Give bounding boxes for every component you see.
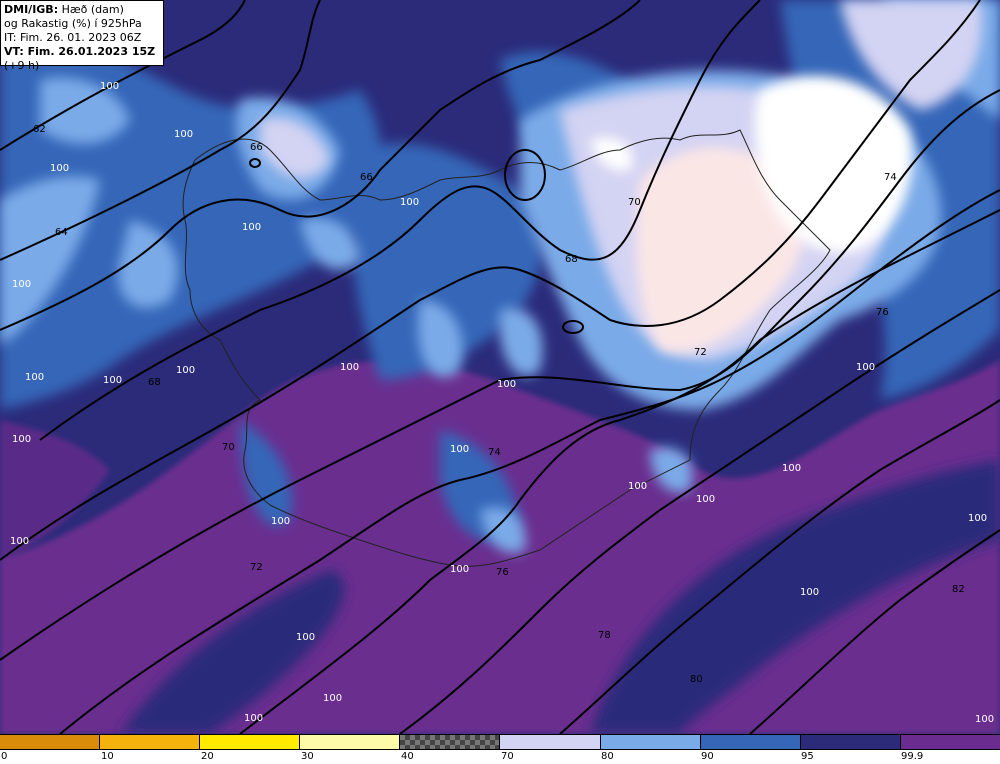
legend-swatch [400, 735, 501, 749]
contour-label: 72 [694, 347, 707, 358]
rh-label: 100 [450, 564, 469, 575]
legend-tick-label: 40 [401, 751, 414, 762]
header-line-1: DMI/IGB: Hæð (dam) [4, 3, 160, 17]
map-header-box: DMI/IGB: Hæð (dam) og Rakastig (%) í 925… [0, 0, 164, 72]
rh-label: 100 [25, 372, 44, 383]
contour-label: 70 [628, 197, 641, 208]
contour-label: 68 [148, 377, 161, 388]
legend-swatch [300, 735, 401, 749]
legend-swatch [900, 735, 1000, 749]
rh-label: 100 [497, 379, 516, 390]
rh-label: 100 [100, 81, 119, 92]
legend-swatch [800, 735, 901, 749]
rh-label: 100 [628, 481, 647, 492]
contour-label: 80 [690, 674, 703, 685]
contour-label: 66 [360, 172, 373, 183]
legend-tick-label: 99.9 [901, 751, 924, 762]
rh-label: 100 [242, 222, 261, 233]
legend-swatch [100, 735, 201, 749]
legend-tick-label: 30 [301, 751, 314, 762]
header-source: DMI/IGB: [4, 3, 59, 16]
legend-swatch [500, 735, 601, 749]
rh-label: 100 [244, 713, 263, 724]
rh-label: 100 [856, 362, 875, 373]
rh-label: 100 [12, 434, 31, 445]
header-line-4: VT: Fim. 26.01.2023 15Z (+9 h) [4, 45, 160, 73]
legend-swatch [700, 735, 801, 749]
contour-label: 68 [565, 254, 578, 265]
contour-label: 76 [876, 307, 889, 318]
rh-label: 100 [10, 536, 29, 547]
rh-label: 100 [296, 632, 315, 643]
legend-swatch [600, 735, 701, 749]
contour-label: 76 [496, 567, 509, 578]
contour-label: 74 [884, 172, 897, 183]
contour-label: 82 [952, 584, 965, 595]
rh-label: 100 [800, 587, 819, 598]
humidity-color-legend [0, 734, 1000, 750]
header-line-3: IT: Fim. 26. 01. 2023 06Z [4, 31, 142, 44]
rh-label: 100 [968, 513, 987, 524]
legend-tick-label: 10 [101, 751, 114, 762]
rh-label: 100 [174, 129, 193, 140]
rh-label: 100 [103, 375, 122, 386]
header-variable: Hæð (dam) [58, 3, 124, 16]
rh-label: 100 [340, 362, 359, 373]
header-valid-time: VT: Fim. 26.01.2023 15Z [4, 45, 156, 58]
rh-label: 100 [50, 163, 69, 174]
contour-label: 74 [488, 447, 501, 458]
contour-label: 72 [250, 562, 263, 573]
weather-map: 62 64 66 66 68 68 70 70 72 72 74 74 76 7… [0, 0, 1000, 734]
legend-tick-label: 80 [601, 751, 614, 762]
contour-label: 64 [55, 227, 68, 238]
contour-label: 78 [598, 630, 611, 641]
header-lead-time: (+9 h) [4, 59, 40, 72]
legend-tick-label: 70 [501, 751, 514, 762]
legend-tick-label: 95 [801, 751, 814, 762]
legend-tick-label: 0 [1, 751, 8, 762]
rh-label: 100 [176, 365, 195, 376]
contour-label: 66 [250, 142, 263, 153]
rh-label: 100 [323, 693, 342, 704]
legend-tick-label: 90 [701, 751, 714, 762]
rh-label: 100 [12, 279, 31, 290]
rh-label: 100 [400, 197, 419, 208]
header-line-2: og Rakastig (%) í 925hPa [4, 17, 142, 30]
rh-label: 100 [975, 714, 994, 725]
humidity-legend-ticks: 0 10 20 30 40 70 80 90 95 99.9 [0, 750, 1000, 764]
rh-label: 100 [782, 463, 801, 474]
legend-tick-label: 20 [201, 751, 214, 762]
rh-label: 100 [271, 516, 290, 527]
contour-label: 70 [222, 442, 235, 453]
rh-label: 100 [696, 494, 715, 505]
rh-label: 100 [450, 444, 469, 455]
contour-label: 62 [33, 124, 46, 135]
legend-swatch [0, 735, 101, 749]
legend-swatch [200, 735, 301, 749]
